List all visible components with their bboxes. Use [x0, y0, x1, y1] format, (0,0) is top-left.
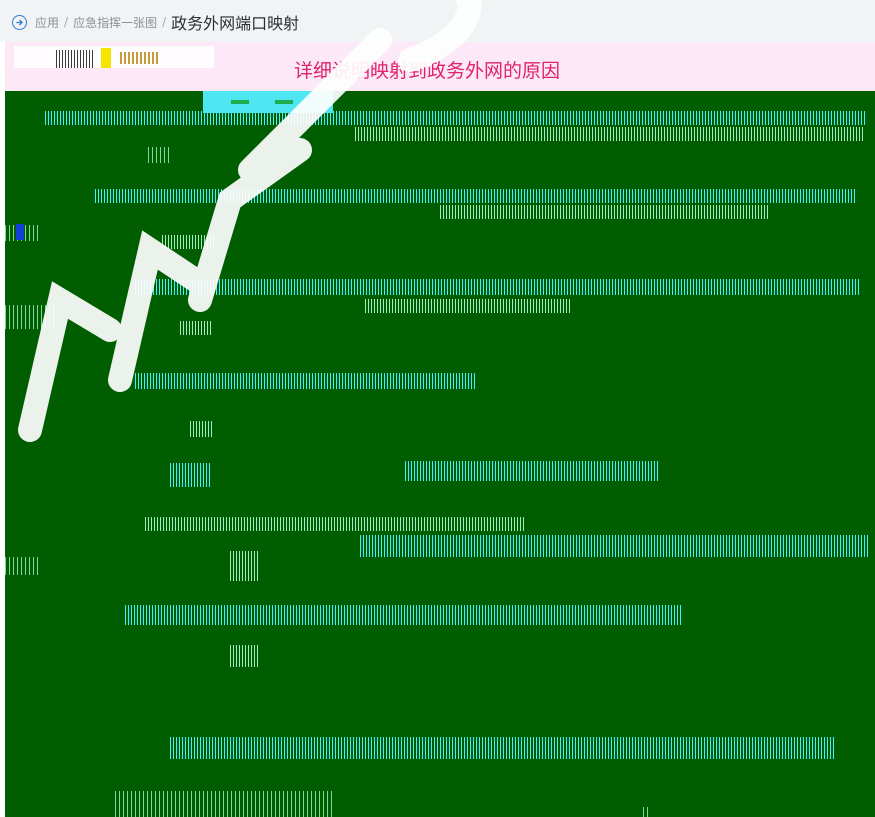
- garbled-text-line: [135, 279, 860, 295]
- breadcrumb-separator: /: [162, 15, 167, 29]
- arrow-circle-icon[interactable]: [12, 14, 27, 30]
- top-bar: 应用 / 应急指挥一张图 / 政务外网端口映射: [0, 0, 875, 42]
- garbled-text-line: [45, 111, 865, 125]
- reason-note: 详细说明映射到政务外网的原因: [294, 60, 561, 82]
- garbled-text-line: [643, 807, 651, 817]
- garbled-text-line: [145, 517, 525, 531]
- blue-marker: [16, 224, 24, 240]
- breadcrumb-separator: /: [64, 15, 69, 29]
- chip-dash: [275, 100, 293, 104]
- garbled-text-line: [190, 421, 212, 437]
- garbled-text-line: [148, 147, 170, 163]
- garbled-text-line: [355, 127, 865, 141]
- garbled-text-line: [230, 645, 260, 667]
- garbled-text-line: [440, 205, 770, 219]
- garbled-text-line: [5, 557, 41, 575]
- garbled-text-line: [162, 235, 214, 249]
- garbled-text-line: [170, 737, 835, 759]
- chip-dash: [231, 100, 249, 104]
- garbled-text-line: [360, 535, 870, 557]
- garbled-text-line: [95, 189, 855, 203]
- breadcrumb-item-app[interactable]: 应用: [35, 14, 59, 31]
- breadcrumb-item-emergency-map[interactable]: 应急指挥一张图: [73, 14, 157, 31]
- garbled-text-line: [365, 299, 570, 313]
- form-field-scrap: [14, 46, 214, 68]
- garbled-label: [56, 50, 94, 68]
- form-body-panel: [5, 91, 875, 817]
- garbled-text-line: [115, 791, 335, 817]
- garbled-text-line: [135, 373, 475, 389]
- highlight-chip: [203, 91, 333, 113]
- breadcrumb: 应用 / 应急指挥一张图 / 政务外网端口映射: [12, 12, 300, 33]
- garbled-text-line: [125, 605, 683, 625]
- garbled-text-line: [170, 463, 210, 487]
- garbled-text-line: [5, 305, 57, 329]
- garbled-text-line: [230, 551, 258, 581]
- garbled-text-line: [180, 321, 212, 335]
- garbled-text-line: [405, 461, 660, 481]
- garbled-label: [120, 52, 160, 64]
- page-title: 政务外网端口映射: [171, 14, 300, 33]
- garbled-marker: [101, 48, 111, 68]
